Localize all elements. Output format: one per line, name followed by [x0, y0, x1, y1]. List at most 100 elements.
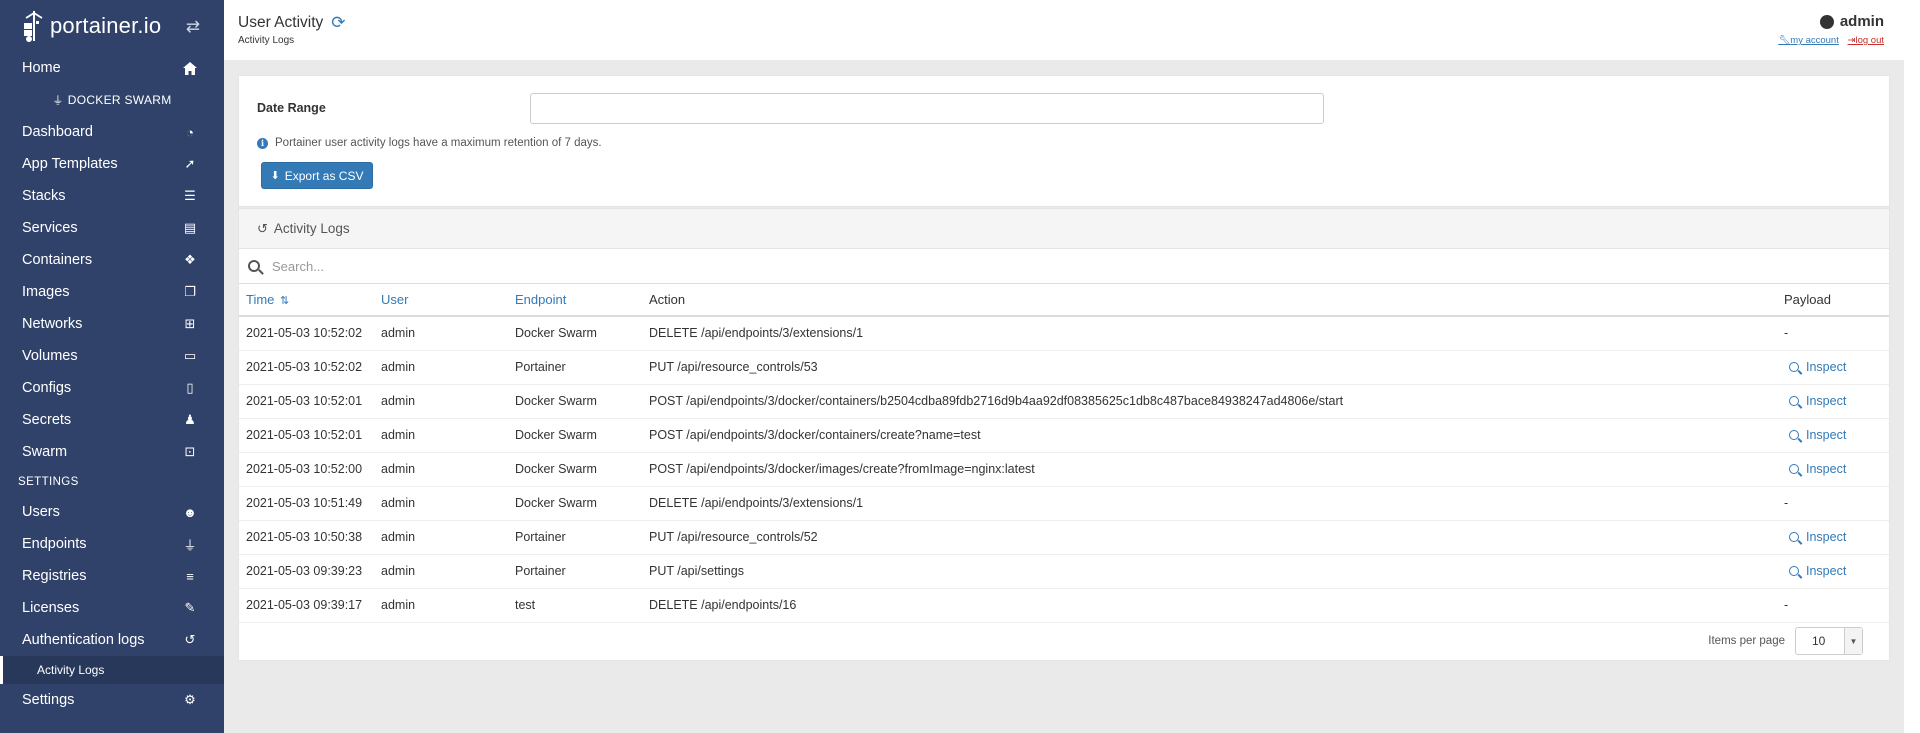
brand-logo[interactable]: portainer.io ⇄ — [0, 0, 224, 52]
user-links: 🔧︎my account ⇥log out — [1772, 35, 1884, 46]
cell-user: admin — [374, 316, 508, 351]
sidebar-item-services[interactable]: Services ▤ — [0, 212, 224, 244]
table-row: 2021-05-03 10:51:49 admin Docker Swarm DELE… — [239, 486, 1889, 521]
cell-action: POST /api/endpoints/3/docker/containers/… — [642, 384, 1777, 419]
sidebar-item-label: Dashboard — [22, 124, 93, 140]
th-list-icon: ☰ — [184, 188, 196, 203]
breadcrumb: Activity Logs — [238, 35, 295, 46]
cell-payload: Inspect — [1777, 520, 1889, 555]
sidebar-item-authentication-logs[interactable]: Authentication logs ↺ — [0, 624, 224, 656]
user-name: admin — [1772, 13, 1884, 30]
inspect-link[interactable]: Inspect — [1784, 564, 1846, 578]
inspect-link[interactable]: Inspect — [1784, 394, 1846, 408]
sidebar-item-volumes[interactable]: Volumes ▭ — [0, 340, 224, 372]
sidebar-main-nav: Dashboard ◔ App Templates ➚ Stacks ☰ Services ▤… — [0, 116, 224, 468]
sidebar-item-containers[interactable]: Containers ❖ — [0, 244, 224, 276]
refresh-icon[interactable]: ⟳ — [331, 13, 345, 33]
sidebar-item-dashboard[interactable]: Dashboard ◔ — [0, 116, 224, 148]
column-header-time[interactable]: Time ⇅ — [239, 284, 374, 317]
export-csv-button[interactable]: ⬇ Export as CSV — [261, 162, 373, 189]
sidebar-item-settings[interactable]: Settings ⚙ — [0, 684, 224, 716]
sidebar-item-swarm[interactable]: Swarm ⊡ — [0, 436, 224, 468]
sidebar-item-activity-logs[interactable]: Activity Logs — [0, 656, 224, 684]
search-plus-icon — [1789, 565, 1799, 576]
cell-action: POST /api/endpoints/3/docker/images/crea… — [642, 452, 1777, 487]
search-icon — [248, 260, 260, 272]
my-account-link[interactable]: 🔧︎my account — [1778, 35, 1839, 46]
items-per-page-label: Items per page — [1708, 635, 1785, 647]
sidebar-item-label: Services — [22, 220, 78, 236]
plug-icon: ⏚ — [52, 95, 64, 107]
cell-user: admin — [374, 418, 508, 453]
cell-payload: Inspect — [1777, 384, 1889, 419]
cell-endpoint: Portainer — [508, 350, 642, 385]
table-row: 2021-05-03 10:52:00 admin Docker Swarm POST… — [239, 452, 1889, 487]
sidebar-item-label: Registries — [22, 568, 87, 584]
sidebar-item-label: Images — [22, 284, 70, 300]
info-circle-icon: i — [257, 137, 268, 149]
sidebar-item-endpoints[interactable]: Endpoints ⏚ — [0, 528, 224, 560]
sidebar-item-registries[interactable]: Registries ≡ — [0, 560, 224, 592]
search-plus-icon — [1789, 429, 1799, 440]
sidebar-item-label: Licenses — [22, 600, 80, 616]
table-row: 2021-05-03 10:52:02 admin Docker Swarm DELE… — [239, 316, 1889, 351]
sidebar-item-users[interactable]: Users ☻ — [0, 496, 224, 528]
sidebar-item-configs[interactable]: Configs ▯ — [0, 372, 224, 404]
cell-endpoint: Docker Swarm — [508, 418, 642, 453]
items-per-page-select[interactable]: 10 ▼ — [1795, 627, 1863, 655]
table-row: 2021-05-03 09:39:17 admin test DELETE /api/… — [239, 588, 1889, 623]
sidebar-item-images[interactable]: Images ❐ — [0, 276, 224, 308]
cell-time: 2021-05-03 10:52:01 — [239, 418, 374, 453]
sidebar-settings-nav: Users ☻ Endpoints ⏚ Registries ≡ Licenses ✎ Auth… — [0, 496, 224, 656]
column-header-endpoint[interactable]: Endpoint — [508, 284, 642, 317]
table-header-row: Time ⇅ User Endpoint Action Payload — [239, 284, 1889, 317]
sidebar-item-secrets[interactable]: Secrets ♟ — [0, 404, 224, 436]
date-range-input[interactable] — [530, 93, 1324, 124]
activity-logs-panel: ↺ Activity Logs Time ⇅ User Endpoint Act… — [238, 208, 1890, 661]
sidebar-item-label: Configs — [22, 380, 72, 396]
sidebar-item-label: Authentication logs — [22, 632, 145, 648]
filter-panel: Date Range i Portainer user activity log… — [238, 75, 1890, 207]
column-header-payload: Payload — [1777, 284, 1889, 317]
cell-payload: Inspect — [1777, 350, 1889, 385]
portainer-logo-icon — [24, 11, 43, 42]
table-row: 2021-05-03 10:52:01 admin Docker Swarm POST… — [239, 418, 1889, 453]
log-out-link[interactable]: ⇥log out — [1848, 35, 1885, 46]
table-row: 2021-05-03 10:50:38 admin Portainer PUT /ap… — [239, 520, 1889, 555]
cell-user: admin — [374, 350, 508, 385]
cell-time: 2021-05-03 10:50:38 — [239, 520, 374, 555]
sidebar-item-licenses[interactable]: Licenses ✎ — [0, 592, 224, 624]
cell-action: PUT /api/resource_controls/52 — [642, 520, 1777, 555]
download-icon: ⬇ — [270, 170, 280, 182]
inspect-link[interactable]: Inspect — [1784, 360, 1846, 374]
cell-user: admin — [374, 588, 508, 623]
cell-endpoint: test — [508, 588, 642, 623]
inspect-link[interactable]: Inspect — [1784, 428, 1846, 442]
cell-action: DELETE /api/endpoints/3/extensions/1 — [642, 486, 1777, 521]
table-row: 2021-05-03 10:52:02 admin Portainer PUT /ap… — [239, 350, 1889, 385]
cell-endpoint: Docker Swarm — [508, 316, 642, 351]
brand-name: portainer.io — [50, 13, 162, 38]
cell-time: 2021-05-03 10:52:01 — [239, 384, 374, 419]
exchange-icon[interactable]: ⇄ — [186, 17, 200, 37]
cell-payload: - — [1777, 486, 1889, 521]
sidebar-item-home[interactable]: Home — [0, 52, 224, 84]
cell-user: admin — [374, 486, 508, 521]
cell-payload: - — [1777, 316, 1889, 351]
inspect-link[interactable]: Inspect — [1784, 530, 1846, 544]
scrollbar-track[interactable] — [1904, 0, 1920, 733]
sidebar-item-stacks[interactable]: Stacks ☰ — [0, 180, 224, 212]
inspect-link[interactable]: Inspect — [1784, 462, 1846, 476]
search-input[interactable] — [272, 258, 872, 274]
cell-time: 2021-05-03 10:52:00 — [239, 452, 374, 487]
cell-payload: Inspect — [1777, 418, 1889, 453]
file-code-icon: ▯ — [186, 380, 194, 395]
sitemap-icon: ⊞ — [184, 316, 196, 331]
sidebar-item-networks[interactable]: Networks ⊞ — [0, 308, 224, 340]
sidebar-item-app-templates[interactable]: App Templates ➚ — [0, 148, 224, 180]
cell-payload: Inspect — [1777, 452, 1889, 487]
column-header-user[interactable]: User — [374, 284, 508, 317]
cell-endpoint: Portainer — [508, 554, 642, 589]
date-range-label: Date Range — [257, 101, 326, 115]
cell-endpoint: Docker Swarm — [508, 486, 642, 521]
